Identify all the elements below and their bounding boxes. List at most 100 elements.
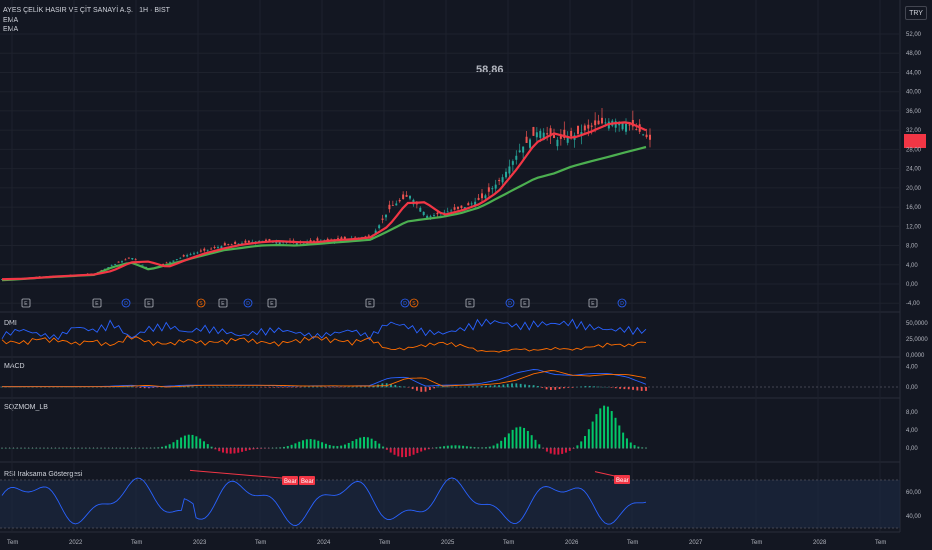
sqzmom-dot (352, 447, 354, 449)
sqzmom-bar (389, 448, 392, 453)
sqzmom-bar (237, 448, 240, 453)
sqzmom-dot (321, 447, 323, 449)
sqzmom-dot (85, 447, 87, 449)
sqzmom-bar (595, 414, 598, 449)
sqzmom-dot (237, 447, 239, 449)
macd-histogram-bar (515, 383, 518, 388)
sqzmom-dot (96, 447, 98, 449)
macd-histogram-bar (428, 387, 431, 391)
candle-body (124, 259, 127, 261)
sqzmom-dot (550, 447, 552, 449)
candle-body (539, 130, 542, 138)
candle-body (402, 194, 405, 200)
sqzmom-dot (523, 447, 525, 449)
candle-body (508, 166, 511, 174)
sqzmom-bar (202, 441, 205, 449)
dmi-tick-label: 50,0000 (906, 321, 928, 327)
sqzmom-dot (401, 447, 403, 449)
price-tick-label: 36,00 (906, 109, 922, 115)
candle-body (460, 205, 463, 208)
sqzmom-bar (500, 440, 503, 449)
candle-body (587, 124, 590, 129)
candle-body (494, 184, 497, 189)
candle-body (583, 125, 586, 131)
sqzmom-dot (123, 447, 125, 449)
sqzmom-dot (458, 447, 460, 449)
sqzmom-bar (416, 448, 419, 454)
macd-histogram-bar (554, 387, 557, 390)
sqzmom-dot (112, 447, 114, 449)
macd-histogram-bar (411, 387, 414, 390)
sqzmom-dot (580, 447, 582, 449)
macd-histogram-bar (424, 387, 427, 392)
sqzmom-dot (268, 447, 270, 449)
ema-fast-line (1, 121, 647, 281)
candle-body (518, 150, 521, 153)
macd-histogram-bar (511, 383, 513, 388)
price-tick-label: 12,00 (906, 224, 922, 230)
sqzmom-dot (279, 447, 281, 449)
sqzmom-dot (222, 447, 224, 449)
candle-body (515, 155, 518, 160)
sqzmom-dot (493, 447, 495, 449)
candle-body (395, 203, 398, 206)
sqzmom-dot (534, 447, 536, 449)
sqzmom-dot (531, 447, 533, 449)
sqzmom-dot (211, 447, 213, 449)
candle-body (199, 250, 202, 252)
macd-histogram-bar (441, 386, 444, 388)
candle-body (227, 244, 230, 246)
rsi-tick-label: 40,00 (906, 514, 922, 520)
sqzmom-dot (519, 447, 521, 449)
sqzmom-tick-label: 8,00 (906, 410, 918, 416)
bear-label: Bear (301, 479, 314, 485)
candle-body (570, 130, 573, 137)
sqzmom-dot (454, 447, 456, 449)
candle-body (556, 139, 559, 147)
price-tick-label: 0,00 (906, 282, 918, 288)
sqzmom-dot (481, 447, 483, 449)
macd-histogram-bar (437, 386, 440, 388)
candle-body (131, 258, 134, 260)
candle-body (409, 195, 411, 199)
sqzmom-dot (538, 447, 540, 449)
sqzmom-dot (28, 447, 30, 449)
sqzmom-dot (256, 447, 258, 449)
sqzmom-dot (515, 447, 517, 449)
dmi-tick-label: 0,0000 (906, 353, 925, 359)
event-marker-letter: D (246, 301, 250, 307)
sqzmom-bar (222, 448, 225, 453)
sqzmom-bar (603, 405, 606, 449)
macd-histogram-bar (489, 385, 492, 388)
macd-histogram-bar (416, 387, 418, 391)
sqzmom-dot (35, 447, 37, 449)
dmi-minus-line (1, 334, 647, 353)
sqzmom-dot (260, 447, 262, 449)
sqzmom-dot (203, 447, 205, 449)
sqzmom-dot (138, 447, 140, 449)
event-marker-letter: E (368, 301, 372, 307)
candle-body (203, 248, 206, 251)
candle-body (484, 195, 487, 199)
macd-histogram-bar (619, 387, 621, 389)
candle-body (491, 188, 494, 190)
price-tick-label: 32,00 (906, 128, 922, 134)
sqzmom-bar (317, 440, 320, 449)
sqzmom-bar (393, 448, 396, 455)
sqzmom-dot (565, 447, 567, 449)
macd-histogram-bar (645, 387, 647, 391)
sqzmom-dot (306, 447, 308, 449)
macd-histogram-bar (597, 386, 600, 388)
sqzmom-dot (615, 447, 617, 449)
macd-histogram-bar (433, 387, 436, 389)
sqzmom-dot (618, 447, 620, 449)
sqzmom-bar (229, 448, 232, 454)
sqzmom-dot (283, 447, 285, 449)
sqzmom-dot (150, 447, 152, 449)
sqzmom-dot (188, 447, 190, 449)
time-tick-label: 2028 (813, 540, 827, 546)
chart-canvas[interactable]: 52,00 48,00 44,00 40,00 36,00 32,00 28,00 24,00… (0, 0, 932, 550)
event-marker-letter: E (24, 301, 28, 307)
candle-body (577, 125, 579, 134)
candle-body (244, 240, 247, 243)
